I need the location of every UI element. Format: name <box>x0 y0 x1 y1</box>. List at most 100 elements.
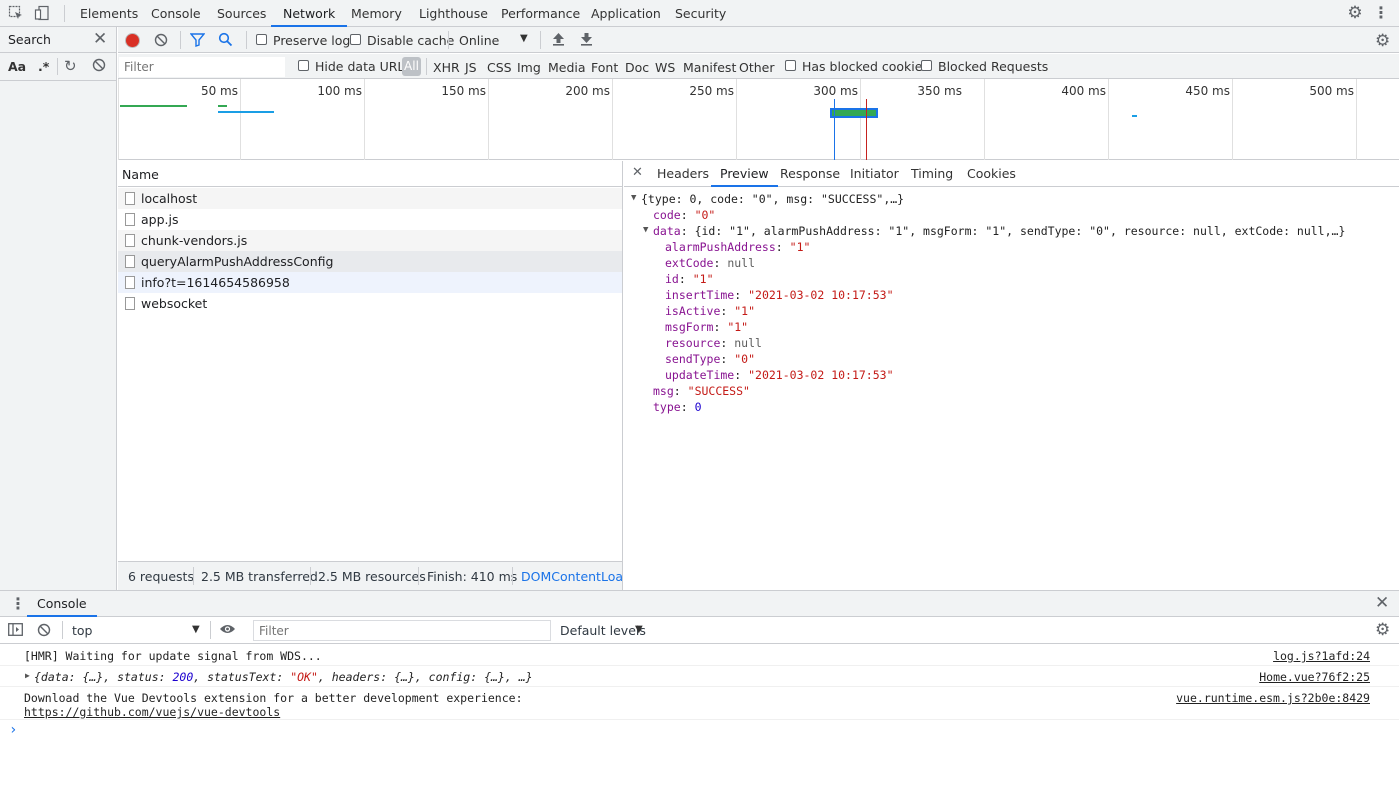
tab-performance[interactable]: Performance <box>501 0 580 27</box>
filter-input[interactable] <box>119 57 285 77</box>
network-settings-gear-icon[interactable]: ⚙ <box>1375 31 1390 51</box>
tab-preview[interactable]: Preview <box>711 161 778 187</box>
tab-security[interactable]: Security <box>675 0 726 27</box>
request-row-selected[interactable]: queryAlarmPushAddressConfig <box>118 251 622 272</box>
match-case-button[interactable]: Aa <box>8 59 26 74</box>
divider <box>426 58 427 75</box>
chevron-down-icon[interactable]: ▼ <box>192 624 200 635</box>
console-source-link[interactable]: log.js?1afd:24 <box>1273 649 1370 663</box>
close-detail-icon[interactable]: ✕ <box>632 165 643 180</box>
settings-gear-icon[interactable]: ⚙ <box>1346 5 1364 22</box>
timeline-tick: 450 ms <box>1185 84 1230 98</box>
filter-type-xhr[interactable]: XHR <box>433 60 460 75</box>
tab-cookies[interactable]: Cookies <box>967 161 1016 187</box>
timeline-tick: 300 ms <box>813 84 858 98</box>
tab-timing[interactable]: Timing <box>911 161 953 187</box>
tab-sources[interactable]: Sources <box>217 0 266 27</box>
request-name: websocket <box>141 296 208 311</box>
document-icon <box>125 192 135 205</box>
console-filter-input[interactable] <box>253 620 551 641</box>
close-search-icon[interactable]: ✕ <box>93 29 107 49</box>
tab-response[interactable]: Response <box>780 161 840 187</box>
json-entry-data[interactable]: data: {id: "1", alarmPushAddress: "1", m… <box>653 224 1345 238</box>
console-object-preview[interactable]: {data: {…}, status: 200, statusText: "OK… <box>34 670 533 684</box>
context-select[interactable]: top <box>72 623 92 638</box>
request-row[interactable]: websocket <box>118 293 622 314</box>
chevron-down-icon[interactable]: ▼ <box>635 624 643 635</box>
tab-console[interactable]: Console <box>151 0 201 27</box>
filter-type-manifest[interactable]: Manifest <box>683 60 736 75</box>
import-har-icon[interactable] <box>552 32 565 49</box>
filter-icon[interactable] <box>189 33 206 50</box>
filter-type-ws[interactable]: WS <box>655 60 675 75</box>
regex-button[interactable]: .* <box>38 59 49 74</box>
show-sidebar-icon[interactable] <box>8 623 23 639</box>
preserve-log-checkbox[interactable] <box>256 34 267 45</box>
request-row[interactable]: app.js <box>118 209 622 230</box>
json-field: sendType: "0" <box>665 352 756 366</box>
drawer-menu-icon[interactable]: ⋮ <box>10 594 26 613</box>
timeline-tick: 150 ms <box>441 84 486 98</box>
request-name: info?t=1614654586958 <box>141 275 290 290</box>
more-options-icon[interactable]: ⋮ <box>1372 5 1390 21</box>
tab-initiator[interactable]: Initiator <box>850 161 899 187</box>
console-source-link[interactable]: Home.vue?76f2:25 <box>1259 670 1370 684</box>
refresh-icon[interactable]: ↻ <box>64 57 77 75</box>
clear-search-icon[interactable] <box>92 58 106 75</box>
hide-data-urls-checkbox[interactable] <box>298 60 309 71</box>
live-expression-eye-icon[interactable] <box>219 623 236 638</box>
tab-elements[interactable]: Elements <box>80 0 138 27</box>
timeline-bar <box>1132 115 1137 117</box>
json-field: alarmPushAddress: "1" <box>665 240 811 254</box>
disable-cache-label: Disable cache <box>367 33 455 48</box>
transferred-size: 2.5 MB transferred <box>201 569 318 584</box>
filter-type-media[interactable]: Media <box>548 60 586 75</box>
search-icon[interactable] <box>218 32 233 50</box>
tab-network[interactable]: Network <box>271 0 348 27</box>
blocked-requests-label: Blocked Requests <box>938 59 1049 74</box>
expand-triangle-icon[interactable]: ▼ <box>631 193 636 203</box>
json-root-summary[interactable]: {type: 0, code: "0", msg: "SUCCESS",…} <box>641 192 904 206</box>
tab-memory[interactable]: Memory <box>351 0 402 27</box>
blocked-requests-checkbox[interactable] <box>921 60 932 71</box>
filter-type-img[interactable]: Img <box>517 60 541 75</box>
console-url-link[interactable]: https://github.com/vuejs/vue-devtools <box>24 705 280 719</box>
resources-size: 2.5 MB resources <box>318 569 426 584</box>
clear-log-icon[interactable] <box>154 33 168 50</box>
request-row[interactable]: localhost <box>118 188 622 209</box>
console-prompt[interactable]: › <box>9 722 17 738</box>
divider <box>246 31 247 49</box>
clear-console-icon[interactable] <box>37 623 51 640</box>
device-toolbar-icon[interactable] <box>33 5 51 21</box>
console-settings-gear-icon[interactable]: ⚙ <box>1375 620 1390 640</box>
disable-cache-checkbox[interactable] <box>350 34 361 45</box>
filter-type-js[interactable]: JS <box>465 60 477 75</box>
search-panel-header: Search ✕ <box>0 27 116 53</box>
tab-headers[interactable]: Headers <box>657 161 709 187</box>
tab-lighthouse[interactable]: Lighthouse <box>419 0 488 27</box>
export-har-icon[interactable] <box>580 32 593 49</box>
throttling-select[interactable]: Online <box>459 33 499 48</box>
has-blocked-cookies-checkbox[interactable] <box>785 60 796 71</box>
tab-application[interactable]: Application <box>591 0 661 27</box>
request-row[interactable]: info?t=1614654586958 <box>118 272 622 293</box>
record-button[interactable] <box>126 34 139 47</box>
filter-type-css[interactable]: CSS <box>487 60 512 75</box>
filter-type-doc[interactable]: Doc <box>625 60 649 75</box>
log-levels-select[interactable]: Default levels <box>560 623 646 638</box>
close-drawer-icon[interactable]: ✕ <box>1375 593 1389 613</box>
expand-triangle-icon[interactable]: ▶ <box>25 671 30 680</box>
inspect-element-icon[interactable] <box>7 5 25 21</box>
console-source-link[interactable]: vue.runtime.esm.js?2b0e:8429 <box>1176 691 1370 705</box>
drawer-tab-console[interactable]: Console <box>27 591 97 617</box>
expand-triangle-icon[interactable]: ▼ <box>643 225 648 235</box>
filter-type-font[interactable]: Font <box>591 60 618 75</box>
request-row[interactable]: chunk-vendors.js <box>118 230 622 251</box>
name-column-header[interactable]: Name <box>122 167 159 182</box>
request-count: 6 requests <box>128 569 194 584</box>
chevron-down-icon[interactable]: ▼ <box>520 33 528 44</box>
filter-type-other[interactable]: Other <box>739 60 775 75</box>
filter-type-all[interactable]: All <box>402 57 421 76</box>
console-message: Download the Vue Devtools extension for … <box>0 687 1399 720</box>
network-overview[interactable]: 50 ms 100 ms 150 ms 200 ms 250 ms 300 ms… <box>118 79 1399 160</box>
